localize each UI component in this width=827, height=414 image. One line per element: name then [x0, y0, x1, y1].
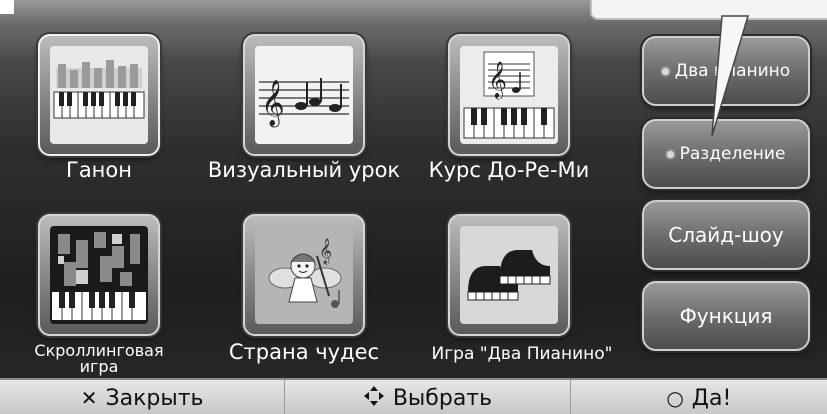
tile-wonderland-label: Страна чудес: [228, 340, 380, 364]
tile-two-pianos-game[interactable]: [448, 214, 570, 336]
indicator-dot-icon: [661, 67, 669, 75]
svg-text:𝄞: 𝄞: [319, 238, 332, 264]
split-button[interactable]: Разделение: [642, 119, 810, 189]
function-button-label: Функция: [679, 304, 773, 328]
tile-wonderland[interactable]: 𝄞: [243, 214, 365, 336]
select-action[interactable]: Выбрать: [285, 380, 571, 414]
close-label: Закрыть: [105, 385, 204, 411]
tile-do-re-mi[interactable]: 𝄞: [448, 34, 570, 156]
piano-keys-icon: [50, 46, 148, 144]
tile-do-re-mi-label: Курс До-Ре-Ми: [428, 158, 590, 182]
tile-hanon-label: Ганон: [66, 158, 132, 182]
tile-visual-lesson-label: Визуальный урок: [207, 158, 401, 182]
two-pianos-button-label: Два пианино: [674, 61, 791, 81]
function-button[interactable]: Функция: [642, 281, 810, 351]
indicator-dot-icon: [666, 150, 674, 158]
tile-scrolling-game[interactable]: [38, 214, 160, 336]
ok-action[interactable]: ○ Да!: [571, 380, 827, 414]
tile-scrolling-game-label-line2: игра: [79, 357, 119, 376]
split-button-label: Разделение: [679, 144, 786, 164]
two-pianos-icon: [460, 226, 558, 324]
circle-icon: ○: [666, 386, 684, 410]
fairy-icon: 𝄞: [255, 226, 353, 324]
music-staff-icon: 𝄞: [255, 46, 353, 144]
tile-hanon[interactable]: [38, 34, 160, 156]
corner: [0, 0, 14, 14]
ok-label: Да!: [691, 385, 732, 411]
two-pianos-button[interactable]: Два пианино: [642, 36, 810, 106]
svg-text:𝄞: 𝄞: [261, 80, 285, 128]
callout-box: [590, 0, 827, 20]
tile-scrolling-game-label: Скроллинговая игра: [34, 343, 163, 375]
tile-two-pianos-game-label: Игра "Два Пианино": [431, 344, 613, 364]
treble-clef-keyboard-icon: 𝄞: [460, 46, 558, 144]
bottom-bar: ✕ Закрыть Выбрать ○ Да!: [0, 378, 827, 414]
scrolling-notes-icon: [50, 226, 148, 324]
menu-screen: Ганон 𝄞 Визуальный урок 𝄞 Курс До-Ре-Ми …: [0, 0, 827, 414]
close-icon: ✕: [80, 386, 98, 410]
tile-visual-lesson[interactable]: 𝄞: [243, 34, 365, 156]
select-label: Выбрать: [392, 385, 493, 411]
close-action[interactable]: ✕ Закрыть: [0, 380, 286, 414]
slideshow-button-label: Слайд-шоу: [668, 223, 784, 247]
svg-text:𝄞: 𝄞: [488, 60, 507, 99]
dpad-icon: [363, 385, 385, 412]
slideshow-button[interactable]: Слайд-шоу: [642, 200, 810, 270]
